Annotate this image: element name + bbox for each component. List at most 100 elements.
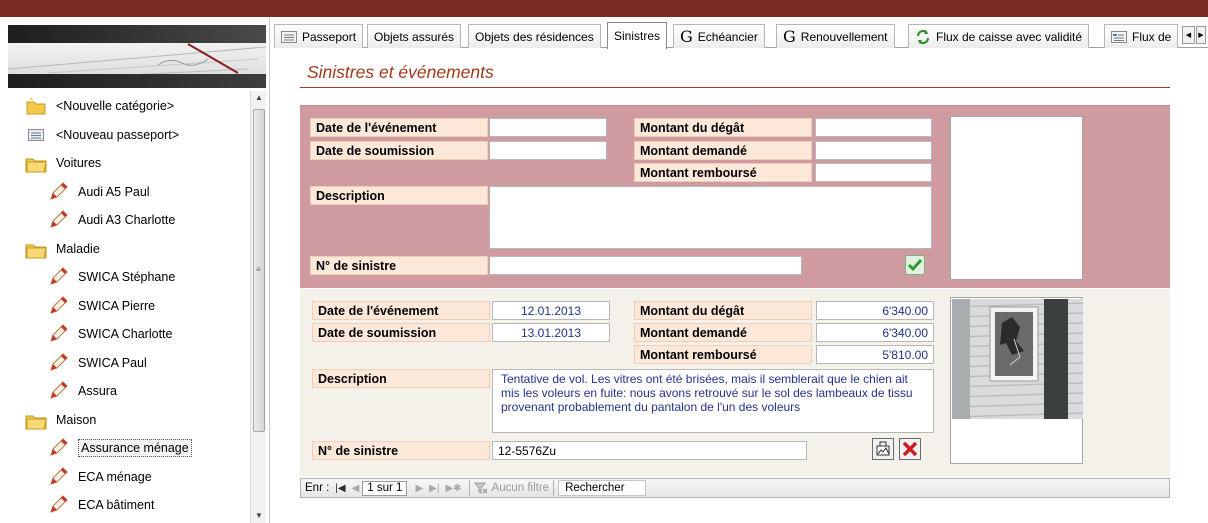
passport-tree: <Nouvelle catégorie> <Nouveau passeport> V… bbox=[8, 91, 258, 523]
tree-item[interactable]: Assurance ménage bbox=[46, 435, 192, 461]
tab-label: Renouvellement bbox=[800, 29, 888, 44]
tree-category[interactable]: <Nouveau passeport> bbox=[24, 122, 179, 148]
date-submission-label: Date de soumission bbox=[310, 141, 488, 160]
next-record-button[interactable]: ▶ bbox=[415, 483, 423, 494]
tab-label: Flux de caisse avec validité bbox=[936, 29, 1083, 44]
tab-scroll-left-button[interactable]: ◀ bbox=[1182, 26, 1195, 44]
tree-item-label: Assura bbox=[78, 384, 117, 398]
banner-image bbox=[8, 25, 266, 88]
tab-objets-residences[interactable]: Objets des résidences bbox=[468, 24, 601, 48]
new-claim-no-field[interactable] bbox=[489, 256, 802, 275]
new-reimbursed-amount-field[interactable] bbox=[815, 163, 932, 182]
tree-item[interactable]: SWICA Charlotte bbox=[46, 321, 172, 347]
last-record-button[interactable]: ▶| bbox=[429, 483, 439, 494]
new-photo-frame[interactable] bbox=[950, 116, 1083, 280]
tree-item[interactable]: SWICA Stéphane bbox=[46, 264, 175, 290]
tab-label: Echéancier bbox=[697, 29, 758, 44]
tab-objets-assures[interactable]: Objets assurés bbox=[367, 24, 462, 48]
tab-sinistres[interactable]: Sinistres bbox=[607, 22, 668, 49]
refresh-icon bbox=[915, 29, 931, 45]
tree-category[interactable]: Voitures bbox=[24, 150, 101, 176]
reimbursed-amount-label: Montant remboursé bbox=[634, 345, 812, 364]
date-event-label: Date de l'événement bbox=[312, 301, 490, 320]
tree-item-label: Voitures bbox=[56, 156, 102, 170]
new-date-event-field[interactable] bbox=[489, 118, 607, 137]
tree-item-label: Maison bbox=[56, 412, 97, 427]
tree-item[interactable]: SWICA Paul bbox=[46, 350, 147, 376]
date-event-label: Date de l'événement bbox=[310, 118, 488, 137]
attach-image-icon[interactable] bbox=[871, 437, 895, 461]
new-description-field[interactable] bbox=[489, 186, 932, 249]
tree-category[interactable]: Maison bbox=[24, 407, 96, 433]
delete-icon[interactable] bbox=[898, 437, 922, 461]
tab-label: Sinistres bbox=[614, 29, 661, 43]
form-icon bbox=[281, 30, 297, 43]
tree-item[interactable]: SWICA Pierre bbox=[46, 293, 155, 319]
tree-item-label: <Nouveau passeport> bbox=[56, 127, 180, 142]
description-field[interactable]: Tentative de vol. Les vitres ont été bri… bbox=[492, 369, 934, 433]
pencil-icon bbox=[46, 379, 70, 403]
scrollbar-thumb[interactable]: ≡ bbox=[253, 109, 265, 432]
damage-amount-label: Montant du dégât bbox=[634, 118, 812, 137]
form-icon bbox=[1111, 30, 1127, 43]
tab-label: Objets des résidences bbox=[475, 29, 594, 44]
pencil-icon bbox=[46, 180, 70, 204]
tree-category[interactable]: Maladie bbox=[24, 236, 100, 262]
tab-flux-caisse-validite[interactable]: Flux de caisse avec validité bbox=[908, 24, 1090, 48]
current-record-field[interactable]: 1 sur 1 bbox=[362, 480, 408, 496]
damage-amount-label: Montant du dégât bbox=[634, 301, 812, 320]
tree-item-label: Audi A3 Charlotte bbox=[78, 213, 176, 227]
title-underline bbox=[300, 87, 1170, 88]
tree-item-label: SWICA Stéphane bbox=[78, 270, 176, 284]
tree-scrollbar[interactable]: ▲ ≡ ▼ bbox=[250, 91, 266, 523]
reimbursed-amount-label: Montant remboursé bbox=[634, 163, 812, 182]
tree-item-label: SWICA Paul bbox=[78, 355, 147, 370]
tab-renouvellement[interactable]: G Renouvellement bbox=[776, 24, 895, 48]
pencil-icon bbox=[46, 322, 70, 346]
date-submission-field[interactable]: 13.01.2013 bbox=[492, 323, 610, 342]
filter-icon bbox=[473, 482, 488, 494]
new-folder-icon bbox=[24, 94, 48, 118]
pencil-icon bbox=[46, 265, 70, 289]
damage-amount-field[interactable]: 6'340.00 bbox=[816, 301, 934, 320]
date-submission-label: Date de soumission bbox=[312, 323, 490, 342]
g-icon: G bbox=[680, 27, 693, 46]
folder-icon bbox=[24, 408, 48, 432]
tree-item[interactable]: Assura bbox=[46, 378, 117, 404]
tab-label: Objets assurés bbox=[374, 29, 455, 44]
reimbursed-amount-field[interactable]: 5'810.00 bbox=[816, 345, 934, 364]
tab-passeport[interactable]: Passeport bbox=[274, 24, 364, 48]
tree-item[interactable]: Audi A3 Charlotte bbox=[46, 207, 175, 233]
no-filter-button[interactable]: Aucun filtre bbox=[492, 482, 550, 494]
pencil-icon bbox=[46, 351, 70, 375]
description-label: Description bbox=[312, 369, 490, 388]
claim-no-label: N° de sinistre bbox=[310, 256, 488, 275]
folder-icon bbox=[24, 151, 48, 175]
requested-amount-field[interactable]: 6'340.00 bbox=[816, 323, 934, 342]
date-event-field[interactable]: 12.01.2013 bbox=[492, 301, 610, 320]
tree-item[interactable]: Audi A5 Paul bbox=[46, 179, 150, 205]
requested-amount-label: Montant demandé bbox=[634, 323, 812, 342]
tab-scroll-right-button[interactable]: ▶ bbox=[1196, 26, 1206, 44]
record-label: Enr : bbox=[305, 482, 330, 494]
tree-item[interactable]: ECA ménage bbox=[46, 464, 152, 490]
new-record-button[interactable]: ▶✱ bbox=[445, 483, 461, 494]
first-record-button[interactable]: |◀ bbox=[335, 483, 345, 494]
new-requested-amount-field[interactable] bbox=[815, 141, 932, 160]
claim-record-form: Date de l'événement 12.01.2013 Date de s… bbox=[300, 289, 1170, 476]
new-date-submission-field[interactable] bbox=[489, 141, 607, 160]
form-icon bbox=[24, 123, 48, 147]
claim-no-field[interactable]: 12-5576Zu bbox=[492, 441, 807, 460]
tab-echeancier[interactable]: G Echéancier bbox=[673, 24, 765, 48]
new-claim-form: Date de l'événement Date de soumission M… bbox=[300, 105, 1170, 288]
new-damage-amount-field[interactable] bbox=[815, 118, 932, 137]
tree-category[interactable]: <Nouvelle catégorie> bbox=[24, 93, 174, 119]
search-box[interactable]: Rechercher bbox=[558, 480, 647, 496]
tab-flux-de[interactable]: Flux de bbox=[1104, 24, 1179, 48]
save-check-icon[interactable] bbox=[904, 254, 926, 276]
claim-photo[interactable] bbox=[950, 297, 1083, 464]
tree-item[interactable]: ECA bâtiment bbox=[46, 492, 154, 518]
folder-icon bbox=[24, 237, 48, 261]
description-label: Description bbox=[310, 186, 488, 205]
previous-record-button[interactable]: ◀ bbox=[352, 483, 360, 494]
